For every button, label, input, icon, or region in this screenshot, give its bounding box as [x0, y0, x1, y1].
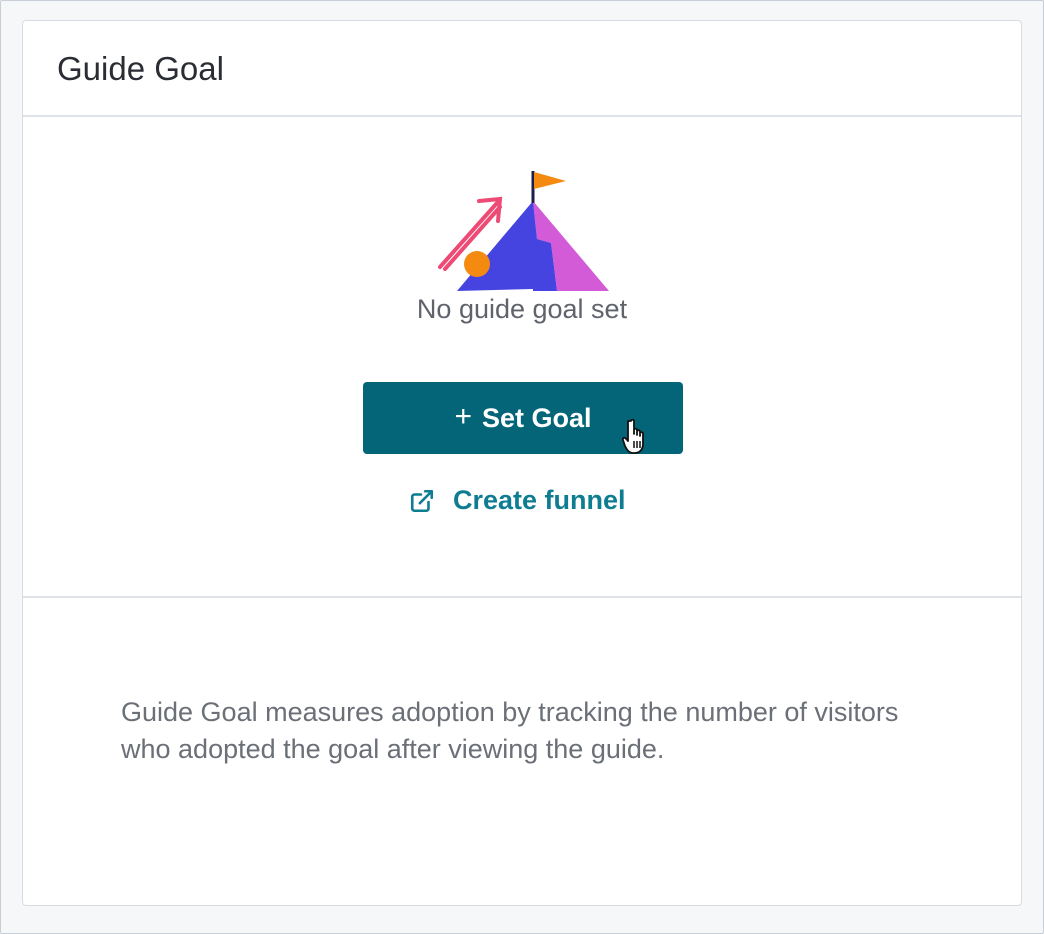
guide-goal-card: Guide Goal No guide goal set + Set Goal	[22, 20, 1022, 906]
mountain-flag-illustration	[438, 171, 609, 291]
create-funnel-label: Create funnel	[453, 485, 626, 515]
flag-icon	[534, 172, 566, 189]
hand-cursor-icon	[621, 418, 644, 454]
empty-state: No guide goal set + Set Goal Create funn…	[23, 117, 1021, 598]
create-funnel-link[interactable]: Create funnel	[409, 485, 626, 516]
card-footer: Guide Goal measures adoption by tracking…	[23, 598, 1021, 905]
plus-icon: +	[454, 400, 472, 433]
orange-ball	[464, 251, 490, 277]
card-header: Guide Goal	[23, 21, 1021, 117]
card-title: Guide Goal	[57, 50, 224, 87]
set-goal-label: Set Goal	[482, 402, 592, 433]
goal-description: Guide Goal measures adoption by tracking…	[121, 697, 899, 764]
external-link-icon	[410, 489, 434, 512]
empty-state-message: No guide goal set	[416, 294, 628, 324]
